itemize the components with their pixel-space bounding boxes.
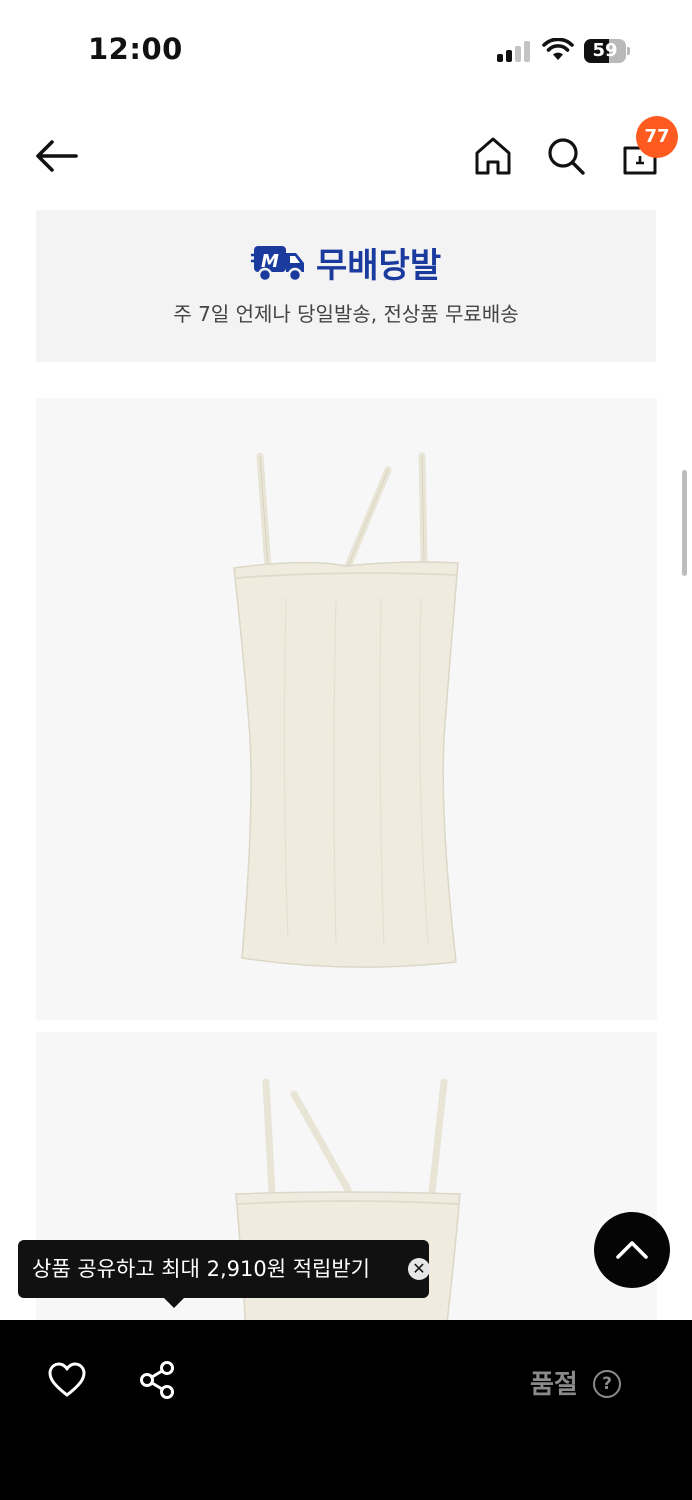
heart-icon[interactable]: [48, 1362, 86, 1398]
product-image[interactable]: [36, 398, 657, 1020]
battery-indicator: 59: [584, 39, 630, 63]
tooltip-arrow: [164, 1298, 184, 1308]
sold-out-label: 품절: [530, 1370, 578, 1400]
battery-level: 59: [592, 40, 618, 61]
share-icon[interactable]: [138, 1360, 176, 1400]
cellular-signal-icon: [497, 40, 531, 62]
cart-count-badge: 77: [636, 116, 678, 158]
wifi-icon: [542, 38, 574, 60]
banner-subtitle: 주 7일 언제나 당일발송, 전상품 무료배송: [173, 302, 519, 326]
bottom-action-bar: 품절 ?: [0, 1320, 692, 1500]
top-nav: 77: [0, 110, 692, 200]
tooltip-text: 상품 공유하고 최대 2,910원 적립받기: [32, 1257, 370, 1281]
banner-title: 무배당발: [315, 246, 442, 286]
close-icon[interactable]: ✕: [408, 1258, 430, 1280]
chevron-up-icon: [616, 1241, 648, 1259]
search-icon[interactable]: [546, 136, 586, 176]
status-time: 12:00: [88, 32, 183, 66]
vertical-scrollbar[interactable]: [682, 470, 687, 576]
question-circle-icon[interactable]: ?: [593, 1370, 621, 1398]
scroll-to-top-button[interactable]: [594, 1212, 670, 1288]
share-reward-tooltip: 상품 공유하고 최대 2,910원 적립받기 ✕: [18, 1240, 430, 1308]
dress-illustration: [233, 452, 459, 968]
arrow-left-icon[interactable]: [34, 138, 78, 174]
status-bar: 12:00 59: [0, 0, 692, 100]
delivery-truck-icon: M: [250, 245, 304, 282]
home-icon[interactable]: [474, 136, 512, 176]
free-delivery-banner[interactable]: M 무배당발 주 7일 언제나 당일발송, 전상품 무료배송: [36, 210, 656, 362]
